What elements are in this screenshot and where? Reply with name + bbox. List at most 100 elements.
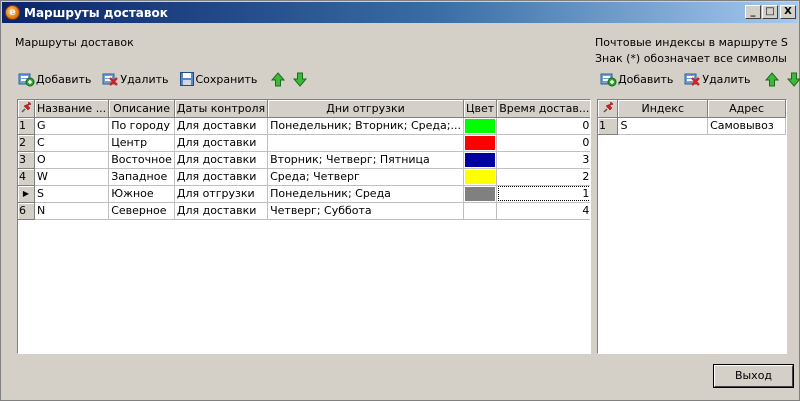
route-time-cell[interactable]: 4 <box>496 202 590 220</box>
row-indicator[interactable]: 1 <box>598 117 619 135</box>
route-name-cell[interactable]: S <box>34 185 110 203</box>
route-days-cell[interactable] <box>267 134 464 152</box>
row-indicator[interactable]: 3 <box>18 151 35 169</box>
route-name-cell[interactable]: C <box>34 134 110 152</box>
close-button[interactable]: X <box>780 5 796 19</box>
postal-col-index[interactable]: Индекс <box>617 100 709 118</box>
color-swatch <box>464 169 496 184</box>
route-days-cell[interactable]: Вторник; Четверг; Пятница <box>267 151 464 169</box>
route-control-cell[interactable]: Для отгрузки <box>174 185 269 203</box>
postal-address-cell[interactable]: Самовывоз <box>707 117 786 135</box>
arrow-down-icon <box>786 72 800 87</box>
route-desc-cell[interactable]: Восточное <box>108 151 175 169</box>
current-row-indicator[interactable]: ▶ <box>18 185 35 203</box>
maximize-button[interactable]: □ <box>762 5 778 19</box>
route-time-cell[interactable]: 0 <box>496 134 590 152</box>
route-name-cell[interactable]: N <box>34 202 110 220</box>
postal-move-up-button[interactable] <box>764 71 779 87</box>
route-control-cell[interactable]: Для доставки <box>174 202 269 220</box>
postal-move-down-button[interactable] <box>786 72 800 87</box>
postal-col-address[interactable]: Адрес <box>707 100 786 118</box>
route-time-cell[interactable]: 2 <box>496 168 590 186</box>
route-name-cell[interactable]: O <box>34 151 110 169</box>
route-control-cell[interactable]: Для доставки <box>174 117 269 135</box>
route-desc-cell[interactable]: Западное <box>108 168 175 186</box>
route-control-cell[interactable]: Для доставки <box>174 134 269 152</box>
window-controls: _ □ X <box>744 5 796 19</box>
postal-pin-header[interactable] <box>598 100 619 118</box>
routes-save-button[interactable]: Сохранить <box>179 71 257 87</box>
postal-add-button[interactable]: Добавить <box>599 71 673 87</box>
row-indicator[interactable]: 2 <box>18 134 35 152</box>
postal-delete-button[interactable]: Удалить <box>683 71 751 87</box>
title-bar[interactable]: e Маршруты доставок _ □ X <box>2 2 798 23</box>
route-time-cell[interactable]: 0 <box>496 117 590 135</box>
postal-delete-label: Удалить <box>702 72 751 86</box>
color-swatch <box>464 186 496 201</box>
color-swatch <box>464 118 496 133</box>
color-swatch <box>464 152 496 167</box>
routes-col-description[interactable]: Описание <box>108 100 175 118</box>
route-color-cell[interactable] <box>463 117 498 135</box>
routes-col-name[interactable]: Название ... <box>34 100 110 118</box>
save-icon <box>179 72 194 86</box>
row-indicator[interactable]: 4 <box>18 168 35 186</box>
postal-add-label: Добавить <box>618 72 674 86</box>
routes-col-ship-days[interactable]: Дни отгрузки <box>267 100 464 118</box>
route-color-cell[interactable] <box>463 202 498 220</box>
route-days-cell[interactable]: Понедельник; Среда <box>267 185 464 203</box>
table-row[interactable]: 2 C Центр Для доставки 0 <box>18 134 590 152</box>
routes-col-control-dates[interactable]: Даты контроля <box>174 100 269 118</box>
table-row[interactable]: 1 S Самовывоз <box>598 117 786 135</box>
route-control-cell[interactable]: Для доставки <box>174 168 269 186</box>
route-color-cell[interactable] <box>463 185 498 203</box>
postal-index-cell[interactable]: S <box>617 117 709 135</box>
minimize-button[interactable]: _ <box>745 5 761 19</box>
postal-toolbar: Добавить Удалить <box>599 69 800 89</box>
table-row[interactable]: 3 O Восточное Для доставки Вторник; Четв… <box>18 151 590 169</box>
route-time-cell-focused[interactable]: 1 <box>496 185 590 203</box>
routes-col-color[interactable]: Цвет <box>463 100 498 118</box>
route-color-cell[interactable] <box>463 151 498 169</box>
table-row-current[interactable]: ▶ S Южное Для отгрузки Понедельник; Сред… <box>18 185 590 203</box>
routes-add-button[interactable]: Добавить <box>17 71 91 87</box>
routes-move-down-button[interactable] <box>293 72 308 87</box>
route-name-cell[interactable]: W <box>34 168 110 186</box>
row-indicator[interactable]: 1 <box>18 117 35 135</box>
route-color-cell[interactable] <box>463 134 498 152</box>
routes-section-label: Маршруты доставок <box>15 36 134 49</box>
routes-delete-button[interactable]: Удалить <box>101 71 169 87</box>
color-swatch <box>465 204 495 218</box>
postal-codes-grid[interactable]: Индекс Адрес 1 S Самовывоз <box>597 99 787 354</box>
route-desc-cell[interactable]: Южное <box>108 185 175 203</box>
delete-icon <box>102 73 119 86</box>
delete-icon <box>684 73 701 86</box>
routes-grid[interactable]: Название ... Описание Даты контроля Дни … <box>17 99 591 354</box>
add-icon <box>600 73 617 87</box>
route-days-cell[interactable]: Четверг; Суббота <box>267 202 464 220</box>
table-row[interactable]: 4 W Западное Для доставки Среда; Четверг… <box>18 168 590 186</box>
exit-button[interactable]: Выход <box>714 365 793 387</box>
routes-col-delivery-time[interactable]: Время достав... <box>496 100 590 118</box>
color-swatch <box>464 135 496 150</box>
postal-codes-label: Почтовые индексы в маршруте S <box>595 36 788 49</box>
postal-header-row: Индекс Адрес <box>598 100 786 118</box>
route-color-cell[interactable] <box>463 168 498 186</box>
route-desc-cell[interactable]: Центр <box>108 134 175 152</box>
arrow-up-icon <box>271 71 286 86</box>
route-control-cell[interactable]: Для доставки <box>174 151 269 169</box>
window-title: Маршруты доставок <box>24 5 168 20</box>
route-name-cell[interactable]: G <box>34 117 110 135</box>
route-desc-cell[interactable]: По городу <box>108 117 175 135</box>
route-days-cell[interactable]: Среда; Четверг <box>267 168 464 186</box>
row-indicator[interactable]: 6 <box>18 202 35 220</box>
route-days-cell[interactable]: Понедельник; Вторник; Среда;... <box>267 117 464 135</box>
route-time-cell[interactable]: 3 <box>496 151 590 169</box>
routes-move-up-button[interactable] <box>271 71 286 87</box>
route-desc-cell[interactable]: Северное <box>108 202 175 220</box>
routes-toolbar: Добавить Удалить Сохранить <box>17 69 315 89</box>
routes-pin-header[interactable] <box>18 100 35 118</box>
table-row[interactable]: 6 N Северное Для доставки Четверг; Суббо… <box>18 202 590 220</box>
routes-add-label: Добавить <box>36 72 92 86</box>
table-row[interactable]: 1 G По городу Для доставки Понедельник; … <box>18 117 590 135</box>
